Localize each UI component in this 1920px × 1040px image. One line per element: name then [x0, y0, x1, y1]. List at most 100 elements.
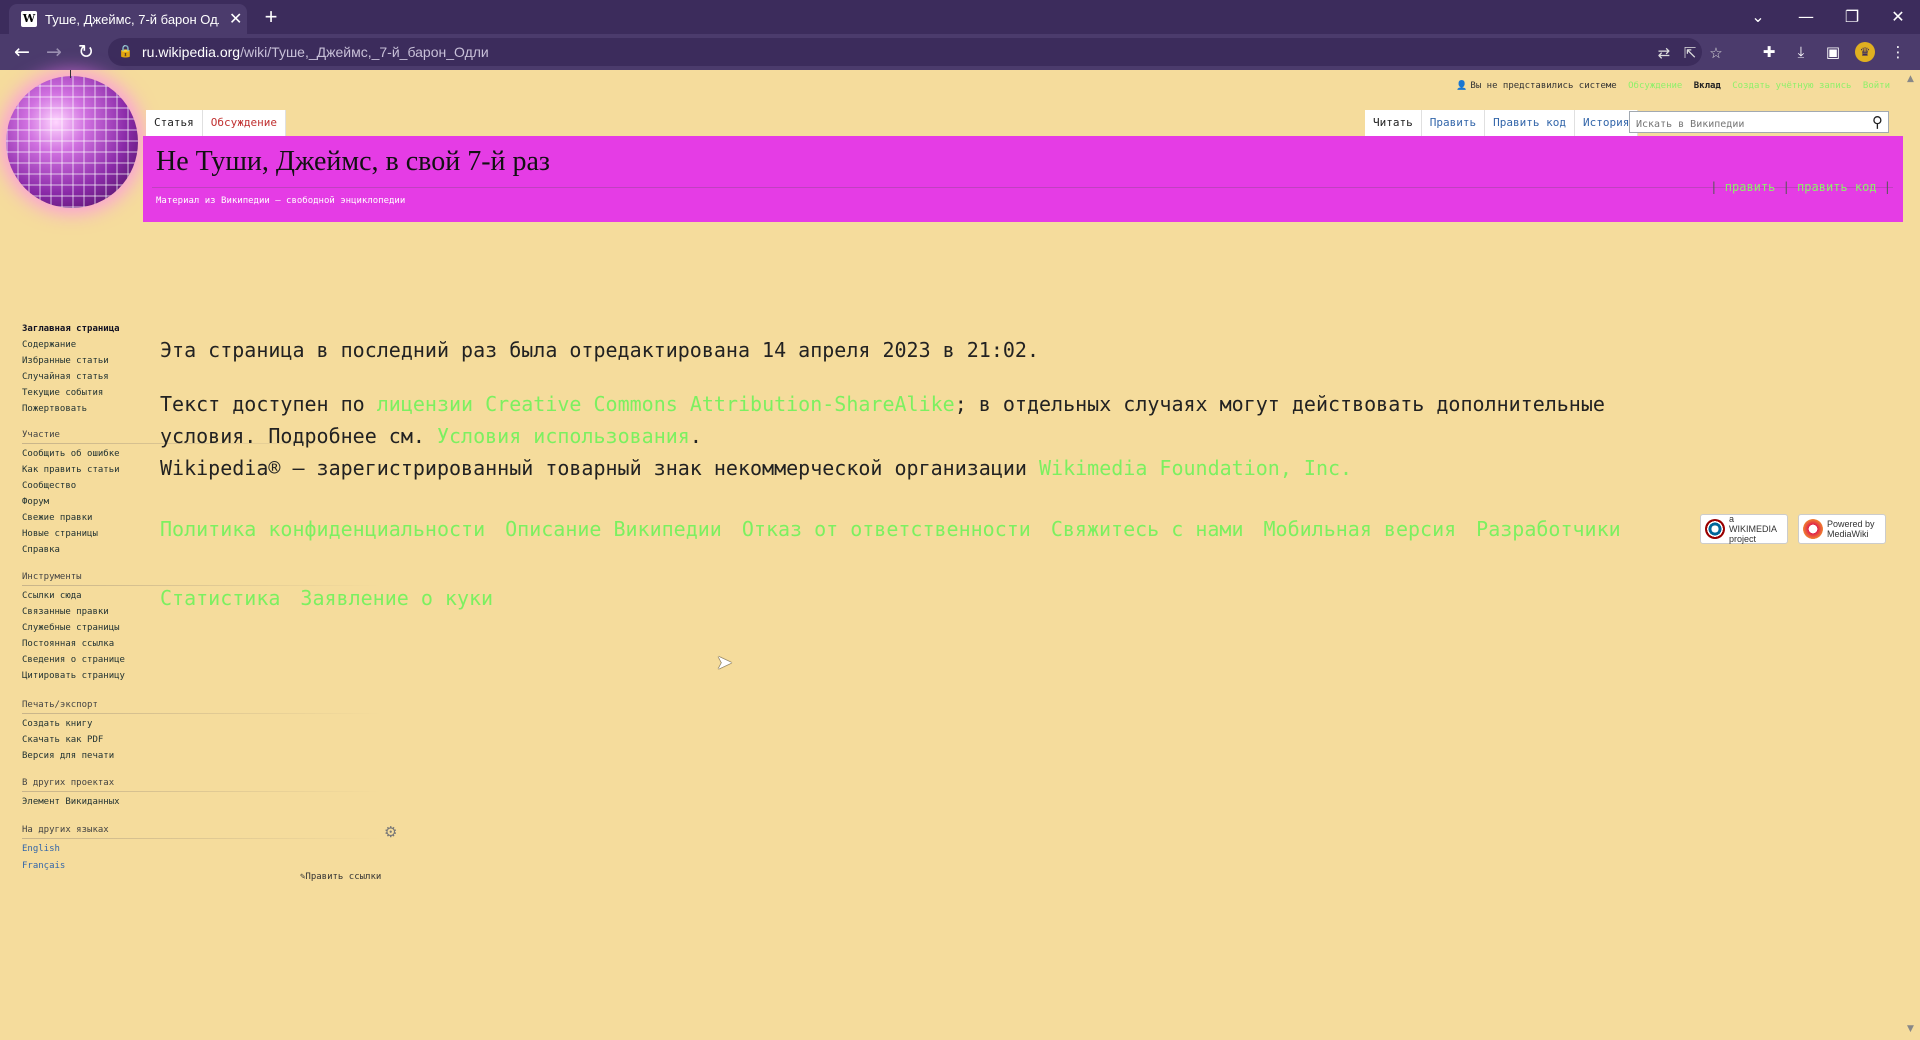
browser-tab[interactable]: W Туше, Джеймс, 7-й барон Одли ✕ [9, 4, 247, 34]
logo-string [70, 70, 71, 78]
address-bar[interactable]: 🔒 ru.wikipedia.org/wiki/Туше,_Джеймс,_7-… [108, 38, 1723, 66]
sidebar-item-contents[interactable]: Содержание [22, 340, 76, 350]
wikimedia-project-badge[interactable]: a WIKIMEDIA project [1700, 514, 1788, 544]
sidebar-item-new-pages[interactable]: Новые страницы [22, 529, 98, 539]
menu-icon[interactable]: ⋮ [1886, 40, 1910, 64]
scroll-down-icon[interactable]: ▼ [1907, 1024, 1914, 1034]
wikipedia-favicon-icon: W [21, 11, 37, 27]
extensions-icon[interactable]: ✚ [1757, 40, 1781, 64]
sidebar-item-random[interactable]: Случайная статья [22, 372, 109, 382]
sidebar-item-lang-english[interactable]: English [22, 844, 60, 854]
sidebar-item-permanent-link[interactable]: Постоянная ссылка [22, 639, 114, 649]
footer-last-mod: Эта страница в последний раз была отреда… [160, 338, 1039, 362]
sidebar-item-download-pdf[interactable]: Скачать как PDF [22, 735, 103, 745]
sidebar-heading-participation: Участие [22, 430, 60, 440]
tab-search-icon[interactable]: ⌄ [1738, 4, 1778, 30]
tab-edit-source[interactable]: Править код [1485, 110, 1575, 137]
sidebar-item-help[interactable]: Справка [22, 545, 60, 555]
sidebar-divider [22, 713, 382, 714]
sidebar-item-community[interactable]: Сообщество [22, 481, 76, 491]
profile-avatar-icon[interactable]: ♛ [1855, 42, 1875, 62]
restore-button[interactable]: ❐ [1832, 4, 1872, 30]
about-link[interactable]: Описание Википедии [505, 517, 722, 541]
sidebar-item-related-changes[interactable]: Связанные правки [22, 607, 109, 617]
tab-article[interactable]: Статья [146, 110, 203, 137]
sidebar-heading-print: Печать/экспорт [22, 700, 98, 710]
sidebar-item-featured[interactable]: Избранные статьи [22, 356, 109, 366]
sidebar-item-cite[interactable]: Цитировать страницу [22, 671, 125, 681]
scroll-up-icon[interactable]: ▲ [1907, 74, 1914, 84]
user-icon: 👤 [1456, 81, 1468, 91]
translate-icon[interactable]: ⇄ [1653, 42, 1675, 64]
create-account-link[interactable]: Создать учётную запись [1732, 81, 1851, 91]
sidebar-divider [22, 838, 382, 839]
sidebar-item-recent-changes[interactable]: Свежие правки [22, 513, 92, 523]
sidebar-item-wikidata[interactable]: Элемент Викиданных [22, 797, 120, 807]
sidebar-item-printable[interactable]: Версия для печати [22, 751, 114, 761]
mediawiki-logo-icon [1803, 519, 1823, 539]
personal-tools: 👤 Вы не представились системе Обсуждение … [1450, 81, 1890, 91]
mediawiki-badge[interactable]: Powered by MediaWiki [1798, 514, 1886, 544]
footer-places-row1: Политика конфиденциальности Описание Вики… [160, 517, 1641, 541]
search-input[interactable] [1630, 114, 1862, 135]
gear-icon[interactable]: ⚙ [384, 823, 397, 841]
mobile-link[interactable]: Мобильная версия [1264, 517, 1457, 541]
sidebar-item-lang-french[interactable]: Français [22, 861, 65, 871]
sidebar-item-current-events[interactable]: Текущие события [22, 388, 103, 398]
search-icon[interactable]: ⚲ [1872, 113, 1883, 131]
browser-toolbar: ← → ↻ 🔒 ru.wikipedia.org/wiki/Туше,_Джей… [0, 34, 1920, 70]
section-edit-links: | править | править код | [1710, 180, 1891, 194]
forward-icon[interactable]: → [40, 38, 68, 66]
back-icon[interactable]: ← [8, 38, 36, 66]
anon-label: Вы не представились системе [1470, 81, 1617, 91]
download-icon[interactable]: ⤓ [1789, 40, 1813, 64]
sidebar-item-special-pages[interactable]: Служебные страницы [22, 623, 120, 633]
sidebar-item-main-page[interactable]: Заглавная страница [22, 324, 120, 334]
statistics-link[interactable]: Статистика [160, 586, 280, 610]
lock-icon[interactable]: 🔒 [118, 44, 133, 58]
license-link[interactable]: лицензии Creative Commons Attribution-Sh… [377, 392, 955, 416]
contact-link[interactable]: Свяжитесь с нами [1051, 517, 1244, 541]
view-tabs: Читать Править Править код История [1365, 110, 1639, 137]
tab-edit[interactable]: Править [1421, 110, 1486, 137]
edit-source-link[interactable]: править код [1797, 180, 1876, 194]
tab-read[interactable]: Читать [1365, 110, 1422, 137]
tab-title: Туше, Джеймс, 7-й барон Одли [45, 11, 219, 27]
edit-link[interactable]: править [1725, 180, 1776, 194]
bookmark-star-icon[interactable]: ☆ [1705, 42, 1727, 64]
new-tab-button[interactable]: + [258, 4, 284, 30]
talk-link[interactable]: Обсуждение [1628, 81, 1682, 91]
scrollbar[interactable]: ▲ ▼ [1906, 70, 1920, 1040]
mouse-cursor-icon: ➤ [716, 650, 733, 674]
contrib-link[interactable]: Вклад [1694, 81, 1721, 91]
close-tab-icon[interactable]: ✕ [229, 9, 242, 29]
close-window-button[interactable]: ✕ [1878, 4, 1918, 30]
edit-interlanguage-links[interactable]: ✎Править ссылки [300, 872, 381, 882]
sidebar-item-how-to-edit[interactable]: Как править статьи [22, 465, 120, 475]
cookie-statement-link[interactable]: Заявление о куки [300, 586, 493, 610]
terms-link[interactable]: Условия использования [437, 424, 690, 448]
sidebar-item-forum[interactable]: Форум [22, 497, 49, 507]
login-link[interactable]: Войти [1863, 81, 1890, 91]
namespace-tabs: Статья Обсуждение [146, 110, 286, 137]
footer-trademark: Wikipedia® — зарегистрированный товарный… [160, 456, 1353, 480]
sidebar-item-create-book[interactable]: Создать книгу [22, 719, 92, 729]
sidebar-heading-tools: Инструменты [22, 572, 82, 582]
wikimedia-foundation-link[interactable]: Wikimedia Foundation, Inc. [1039, 456, 1352, 480]
developers-link[interactable]: Разработчики [1476, 517, 1621, 541]
disclaimer-link[interactable]: Отказ от ответственности [742, 517, 1031, 541]
url-text[interactable]: ru.wikipedia.org/wiki/Туше,_Джеймс,_7-й_… [142, 44, 489, 60]
sidebar-heading-languages: На других языках [22, 825, 109, 835]
privacy-link[interactable]: Политика конфиденциальности [160, 517, 485, 541]
disco-ball-logo[interactable] [6, 76, 138, 208]
sidebar-item-donate[interactable]: Пожертвовать [22, 404, 87, 414]
sidebar-item-what-links-here[interactable]: Ссылки сюда [22, 591, 82, 601]
tab-talk[interactable]: Обсуждение [202, 110, 286, 137]
minimize-button[interactable]: — [1786, 4, 1826, 30]
wikimedia-logo-icon [1705, 519, 1725, 539]
sidebar-item-report-error[interactable]: Сообщить об ошибке [22, 449, 120, 459]
share-icon[interactable]: ⇱ [1679, 42, 1701, 64]
sidebar-item-page-info[interactable]: Сведения о странице [22, 655, 125, 665]
side-panel-icon[interactable]: ▣ [1821, 40, 1845, 64]
reload-icon[interactable]: ↻ [72, 38, 100, 66]
